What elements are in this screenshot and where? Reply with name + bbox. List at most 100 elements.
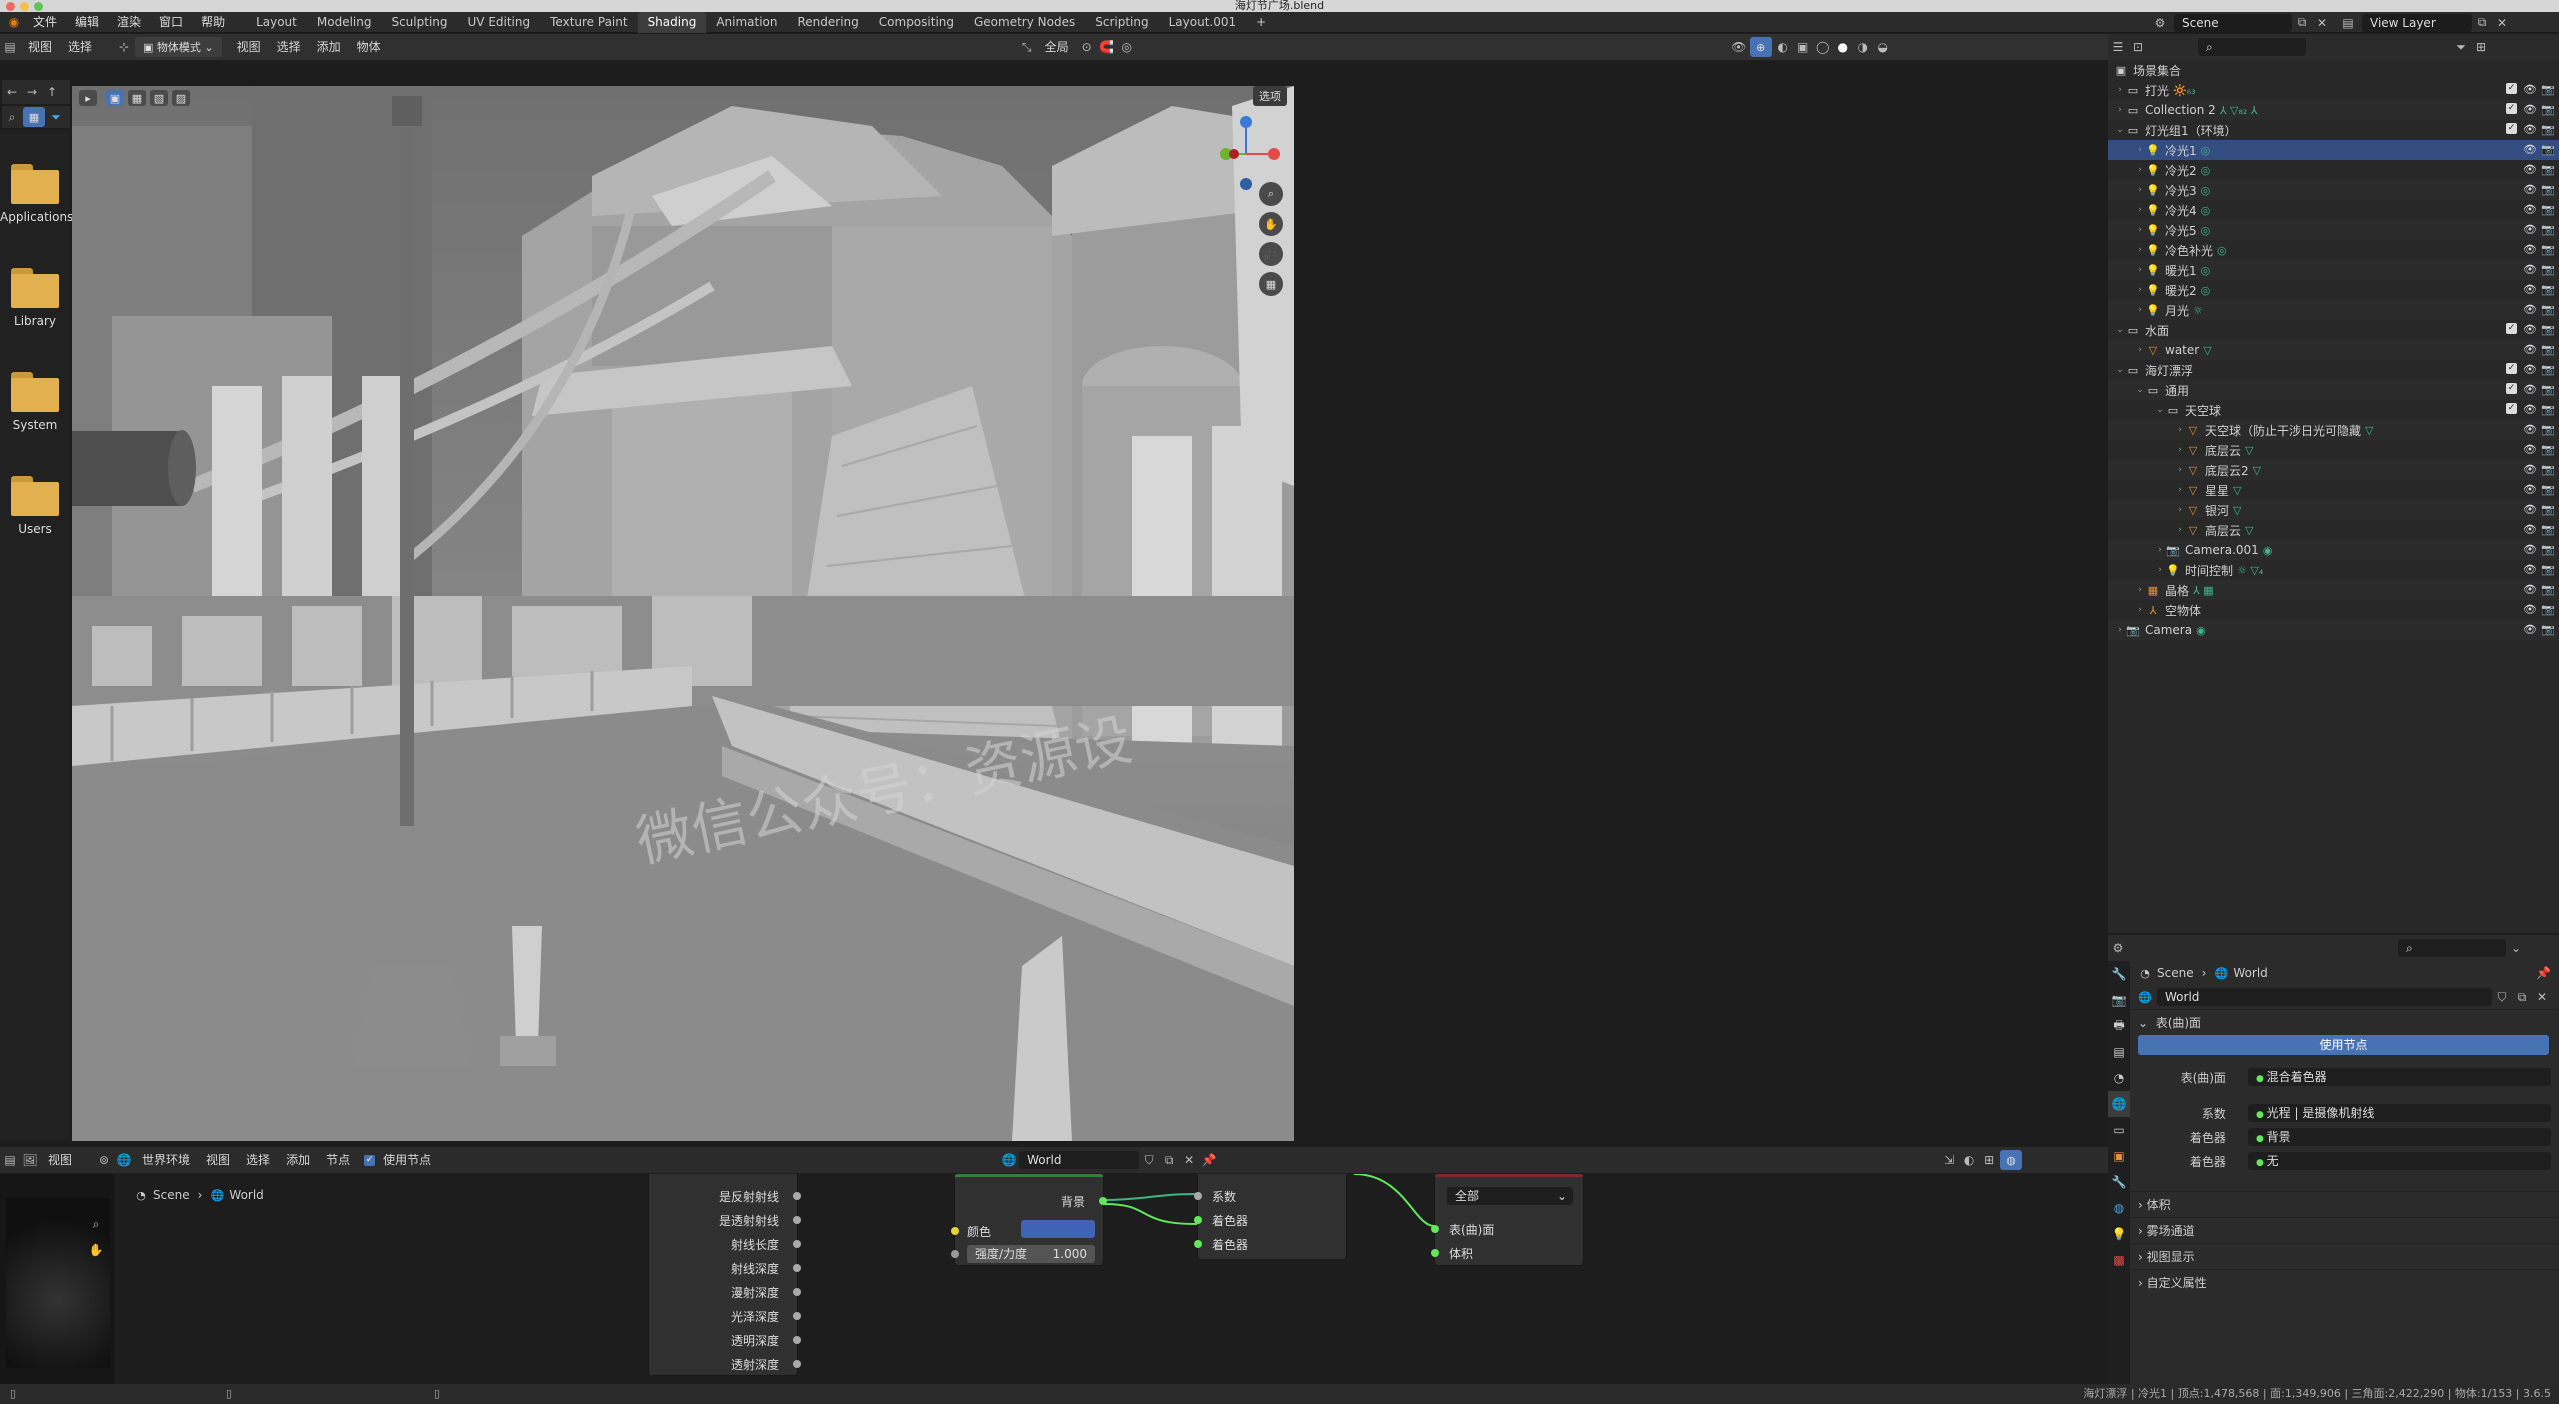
unlink-world-icon[interactable]: ✕ xyxy=(2532,987,2552,1007)
world-tab-icon[interactable]: 🌐 xyxy=(2108,1091,2130,1117)
properties-search-input[interactable]: ⌕ xyxy=(2398,939,2506,957)
render-camera-icon[interactable]: 📷 xyxy=(2541,623,2555,636)
outliner-row[interactable]: › 💡 冷光3 ◎ 👁 📷 xyxy=(2108,180,2559,200)
node-editor[interactable]: ◔ Scene › 🌐 World 是反射射线 是透射射线 射线长度 射线深度 漫射深度… xyxy=(114,1174,2108,1384)
unlink-icon[interactable]: ✕ xyxy=(1179,1150,1199,1170)
expand-arrow-icon[interactable]: ⌄ xyxy=(2114,325,2126,335)
data-tab-icon[interactable]: 💡 xyxy=(2108,1221,2130,1247)
folder-item[interactable]: Users xyxy=(0,476,70,536)
options-dropdown[interactable]: 选项 xyxy=(1253,86,1287,106)
expand-arrow-icon[interactable]: › xyxy=(2134,265,2146,275)
expand-arrow-icon[interactable]: › xyxy=(2134,285,2146,295)
visibility-eye-icon[interactable]: 👁 xyxy=(2523,363,2537,376)
visibility-eye-icon[interactable]: 👁 xyxy=(2523,263,2537,276)
tab-workspace[interactable]: Rendering xyxy=(788,12,869,33)
visibility-eye-icon[interactable]: 👁 xyxy=(2523,443,2537,456)
snap-icon[interactable]: 🧲 xyxy=(1097,37,1117,57)
render-camera-icon[interactable]: 📷 xyxy=(2541,163,2555,176)
collapsed-panel-header[interactable]: › 自定义属性 xyxy=(2130,1269,2559,1295)
input-socket[interactable] xyxy=(1431,1225,1439,1233)
expand-arrow-icon[interactable]: ⌄ xyxy=(2154,405,2166,415)
render-camera-icon[interactable]: 📷 xyxy=(2541,363,2555,376)
input-socket[interactable] xyxy=(1194,1240,1202,1248)
output-socket[interactable] xyxy=(793,1312,801,1320)
texture-tab-icon[interactable]: ▩ xyxy=(2108,1247,2130,1273)
tab-workspace[interactable]: Texture Paint xyxy=(540,12,637,33)
transform-orientation-dropdown[interactable]: 全局 xyxy=(1037,36,1077,58)
properties-options-icon[interactable]: ⌄ xyxy=(2506,938,2526,958)
add-workspace-button[interactable]: + xyxy=(1246,12,1276,33)
pan-icon[interactable]: ✋ xyxy=(1259,212,1283,236)
folder-item[interactable]: Library xyxy=(0,268,70,328)
outliner-row[interactable]: › ▽ 天空球（防止干涉日光可隐藏 ▽ 👁 📷 xyxy=(2108,420,2559,440)
output-socket[interactable] xyxy=(793,1240,801,1248)
outliner-row[interactable]: ⌄ ▭ 水面 ✓ 👁 📷 xyxy=(2108,320,2559,340)
outliner-row[interactable]: › 💡 冷色补光 ◎ 👁 📷 xyxy=(2108,240,2559,260)
property-value-field[interactable]: ● 背景 xyxy=(2247,1128,2551,1146)
visibility-eye-icon[interactable]: 👁 xyxy=(2523,623,2537,636)
image-view-menu[interactable]: 视图 xyxy=(40,1149,80,1171)
visibility-eye-icon[interactable]: 👁 xyxy=(2523,343,2537,356)
visibility-eye-icon[interactable]: 👁 xyxy=(2523,283,2537,296)
render-camera-icon[interactable]: 📷 xyxy=(2541,303,2555,316)
zoom-icon[interactable]: ⌕ xyxy=(1259,182,1283,206)
expand-arrow-icon[interactable]: › xyxy=(2134,605,2146,615)
render-camera-icon[interactable]: 📷 xyxy=(2541,443,2555,456)
visibility-eye-icon[interactable]: 👁 xyxy=(2523,563,2537,576)
tab-workspace[interactable]: Compositing xyxy=(869,12,964,33)
outliner-row[interactable]: › 💡 冷光5 ◎ 👁 📷 xyxy=(2108,220,2559,240)
render-camera-icon[interactable]: 📷 xyxy=(2541,143,2555,156)
collection-tab-icon[interactable]: ▭ xyxy=(2108,1117,2130,1143)
mix-shader-node[interactable]: 系数 着色器 着色器 xyxy=(1194,1174,1347,1260)
expand-arrow-icon[interactable]: › xyxy=(2134,305,2146,315)
folder-item[interactable]: System xyxy=(0,372,70,432)
image-editor-type-icon[interactable]: ▤ xyxy=(0,1150,20,1170)
outliner-row[interactable]: › 💡 冷光4 ◎ 👁 📷 xyxy=(2108,200,2559,220)
viewport-menu-item[interactable]: 添加 xyxy=(309,36,349,58)
outliner-row[interactable]: ⌄ ▭ 天空球 ✓ 👁 📷 xyxy=(2108,400,2559,420)
expand-arrow-icon[interactable]: › xyxy=(2134,165,2146,175)
expand-arrow-icon[interactable]: › xyxy=(2114,85,2126,95)
node-menu-item[interactable]: 节点 xyxy=(318,1149,358,1171)
exclude-checkbox[interactable]: ✓ xyxy=(2506,103,2517,114)
outliner-row[interactable]: › ▭ 打光 🔆₆₃ ✓ 👁 📷 xyxy=(2108,80,2559,100)
render-camera-icon[interactable]: 📷 xyxy=(2541,103,2555,116)
render-camera-icon[interactable]: 📷 xyxy=(2541,343,2555,356)
visibility-eye-icon[interactable]: 👁 xyxy=(2523,403,2537,416)
visibility-eye-icon[interactable]: 👁 xyxy=(2523,143,2537,156)
back-icon[interactable]: ← xyxy=(2,82,22,102)
output-socket[interactable] xyxy=(793,1360,801,1368)
expand-arrow-icon[interactable]: › xyxy=(2154,565,2166,575)
ortho-toggle-icon[interactable]: ▦ xyxy=(1259,272,1283,296)
outliner-row[interactable]: › ▦ 晶格 ⅄ ▦ 👁 📷 xyxy=(2108,580,2559,600)
filebrowser-menu-view[interactable]: 视图 xyxy=(20,36,60,58)
input-socket[interactable] xyxy=(1194,1216,1202,1224)
scene-tab-icon[interactable]: ◔ xyxy=(2108,1065,2130,1091)
render-camera-icon[interactable]: 📷 xyxy=(2541,123,2555,136)
tab-workspace[interactable]: Modeling xyxy=(307,12,382,33)
render-camera-icon[interactable]: 📷 xyxy=(2541,543,2555,556)
visibility-eye-icon[interactable]: 👁 xyxy=(2523,183,2537,196)
light-path-node[interactable]: 是反射射线 是透射射线 射线长度 射线深度 漫射深度 光泽深度 透明深度 透射深度 xyxy=(648,1174,801,1376)
duplicate-world-icon[interactable]: ⧉ xyxy=(2512,987,2532,1007)
zoom-window-button[interactable] xyxy=(34,2,43,11)
outliner-row[interactable]: › ▽ 星星 ▽ 👁 📷 xyxy=(2108,480,2559,500)
shader-type-dropdown[interactable]: 世界环境 xyxy=(134,1149,198,1171)
select-intersect-icon[interactable]: ▨ xyxy=(172,90,190,106)
expand-arrow-icon[interactable]: › xyxy=(2174,445,2186,455)
tab-workspace[interactable]: Shading xyxy=(637,11,707,33)
close-window-button[interactable] xyxy=(6,2,15,11)
gizmo-toggle-icon[interactable]: ⊕ xyxy=(1749,37,1772,57)
expand-arrow-icon[interactable]: › xyxy=(2174,505,2186,515)
render-camera-icon[interactable]: 📷 xyxy=(2541,503,2555,516)
exclude-checkbox[interactable]: ✓ xyxy=(2506,403,2517,414)
node-menu-item[interactable]: 添加 xyxy=(278,1149,318,1171)
overlay-icon[interactable]: ◐ xyxy=(1773,37,1793,57)
viewport-menu-item[interactable]: 选择 xyxy=(269,36,309,58)
expand-arrow-icon[interactable]: › xyxy=(2134,145,2146,155)
visibility-eye-icon[interactable]: 👁 xyxy=(2523,83,2537,96)
select-tool-icon[interactable]: ▸ xyxy=(79,90,97,106)
expand-arrow-icon[interactable]: › xyxy=(2174,425,2186,435)
visibility-eye-icon[interactable]: 👁 xyxy=(2523,543,2537,556)
fake-user-icon[interactable]: ⛉ xyxy=(1139,1150,1159,1170)
